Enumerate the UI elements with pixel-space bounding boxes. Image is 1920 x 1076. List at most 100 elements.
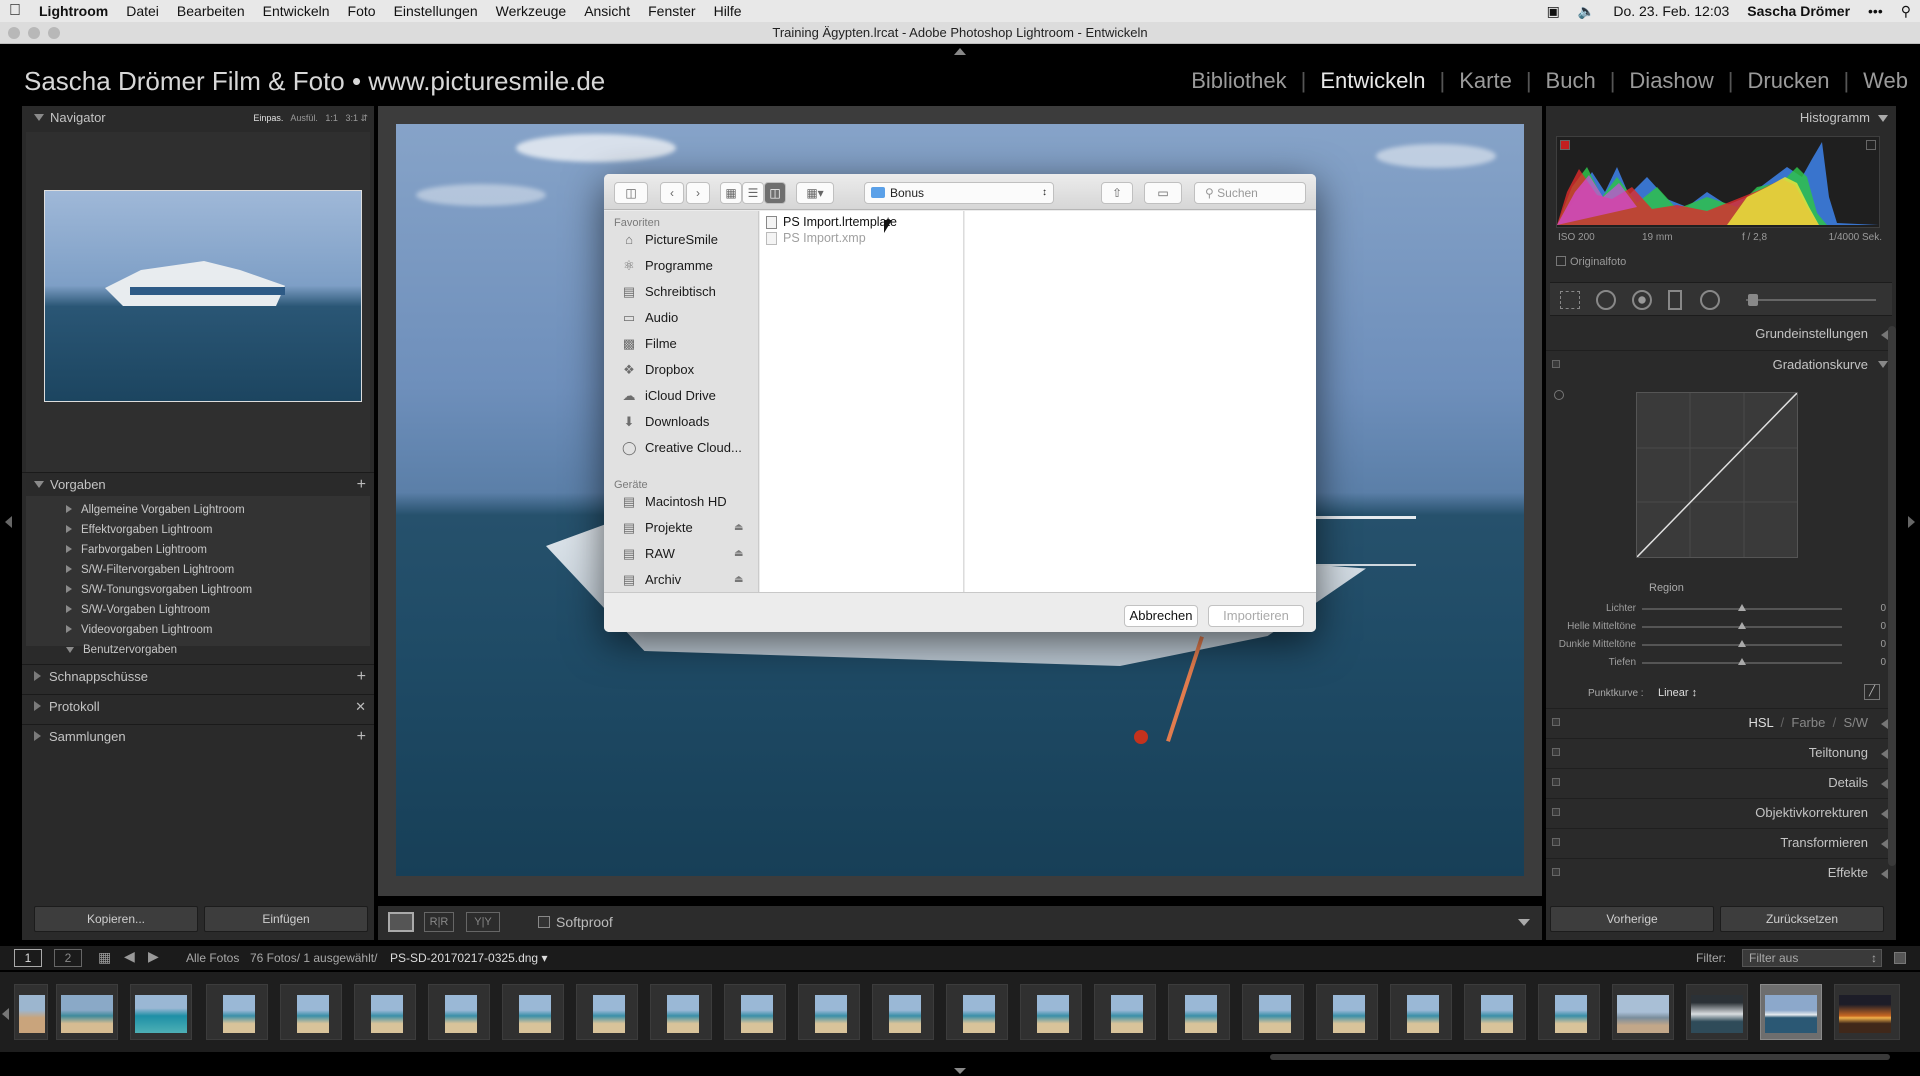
slider-dunkle-mitteltoene[interactable]: Dunkle Mitteltöne 0 <box>1546 636 1896 654</box>
zoom-window-icon[interactable] <box>48 27 60 39</box>
secondary-window-button[interactable]: 2 <box>54 949 82 967</box>
zoom-fit-option[interactable]: Einpas. <box>253 113 283 123</box>
back-arrow-icon[interactable]: ◀ <box>124 948 135 965</box>
transform-section-header[interactable]: Transformieren <box>1546 828 1896 856</box>
shadow-clipping-icon[interactable] <box>1560 140 1570 150</box>
filmstrip-thumbnail[interactable] <box>1390 984 1452 1040</box>
filmstrip-thumbnail[interactable] <box>1242 984 1304 1040</box>
filmstrip-thumbnail[interactable] <box>1834 984 1900 1040</box>
filmstrip-thumbnail[interactable] <box>1316 984 1378 1040</box>
zoom-3to1-option[interactable]: 3:1 <box>345 113 358 123</box>
targeted-adjustment-icon[interactable] <box>1554 390 1564 400</box>
sidebar-item-audio[interactable]: ▭ Audio <box>622 307 678 329</box>
search-field[interactable]: ⚲ Suchen <box>1194 182 1306 204</box>
basic-section-header[interactable]: Grundeinstellungen <box>1546 320 1896 348</box>
preset-folder-user[interactable]: Benutzervorgaben <box>66 640 177 660</box>
sidebar-item-dropbox[interactable]: ❖ Dropbox <box>622 359 694 381</box>
spotlight-search-icon[interactable]: ⚲ <box>1892 0 1920 22</box>
filmstrip-thumbnail[interactable] <box>798 984 860 1040</box>
column-view-icon[interactable]: ◫ <box>764 182 786 204</box>
eject-icon[interactable]: ⏏ <box>734 574 743 585</box>
sidebar-item-programme[interactable]: ⚛ Programme <box>622 255 713 277</box>
menu-fenster[interactable]: Fenster <box>639 0 704 22</box>
filmstrip-thumbnail[interactable] <box>280 984 342 1040</box>
crop-tool-icon[interactable] <box>1560 291 1580 309</box>
filmstrip-thumbnail-selected[interactable] <box>1760 984 1822 1040</box>
menu-bearbeiten[interactable]: Bearbeiten <box>168 0 254 22</box>
filmstrip-thumbnail[interactable] <box>206 984 268 1040</box>
right-panel-toggle-icon[interactable] <box>1908 516 1915 528</box>
module-entwickeln[interactable]: Entwickeln <box>1306 68 1439 94</box>
sidebar-item-projekte[interactable]: ▤ Projekte <box>622 517 693 539</box>
close-window-icon[interactable] <box>8 27 20 39</box>
detail-section-header[interactable]: Details <box>1546 768 1896 796</box>
filmstrip-thumbnail[interactable] <box>1464 984 1526 1040</box>
tone-curve-section-header[interactable]: Gradationskurve <box>1546 350 1896 378</box>
eject-icon[interactable]: ⏏ <box>734 548 743 559</box>
icon-view-icon[interactable]: ▦ <box>720 182 742 204</box>
module-drucken[interactable]: Drucken <box>1734 68 1844 94</box>
effects-section-header[interactable]: Effekte <box>1546 858 1896 886</box>
preset-folder-video[interactable]: Videovorgaben Lightroom <box>66 620 213 640</box>
grid-view-icon[interactable]: ▦ <box>98 949 111 966</box>
add-preset-icon[interactable]: + <box>357 473 366 497</box>
preset-folder-bw[interactable]: S/W-Vorgaben Lightroom <box>66 600 210 620</box>
top-panel-toggle-icon[interactable] <box>954 48 966 55</box>
menu-werkzeuge[interactable]: Werkzeuge <box>487 0 576 22</box>
adjustment-brush-icon[interactable] <box>1748 294 1758 306</box>
module-buch[interactable]: Buch <box>1532 68 1610 94</box>
red-eye-icon[interactable] <box>1632 290 1652 310</box>
filmstrip-thumbnail[interactable] <box>946 984 1008 1040</box>
eject-icon[interactable]: ⏏ <box>734 522 743 533</box>
filmstrip-filename[interactable]: PS-SD-20170217-0325.dng ▾ <box>390 951 547 965</box>
sidebar-item-icloud[interactable]: ☁ iCloud Drive <box>622 385 716 407</box>
sidebar-item-schreibtisch[interactable]: ▤ Schreibtisch <box>622 281 716 303</box>
apple-menu-icon[interactable]:  <box>0 0 30 22</box>
filmstrip-thumbnail[interactable] <box>650 984 712 1040</box>
preset-folder-bw-toning[interactable]: S/W-Tonungsvorgaben Lightroom <box>66 580 252 600</box>
filmstrip-thumbnail[interactable] <box>56 984 118 1040</box>
sidebar-item-downloads[interactable]: ⬇ Downloads <box>622 411 710 433</box>
filmstrip-thumbnail[interactable] <box>1538 984 1600 1040</box>
minimize-window-icon[interactable] <box>28 27 40 39</box>
menu-ansicht[interactable]: Ansicht <box>575 0 639 22</box>
module-karte[interactable]: Karte <box>1445 68 1526 94</box>
volume-icon[interactable]: 🔈 <box>1569 0 1604 22</box>
main-window-button[interactable]: 1 <box>14 949 42 967</box>
filter-dropdown[interactable]: Filter aus ↕ <box>1742 949 1882 967</box>
toolbar-menu-icon[interactable] <box>1518 919 1530 926</box>
slider-helle-mitteltoene[interactable]: Helle Mitteltöne 0 <box>1546 618 1896 636</box>
point-curve-dropdown[interactable]: Linear ↕ <box>1658 687 1697 699</box>
filmstrip-thumbnail[interactable] <box>14 984 48 1040</box>
filmstrip-thumbnail[interactable] <box>576 984 638 1040</box>
sidebar-item-raw[interactable]: ▤ RAW <box>622 543 675 565</box>
sidebar-item-archiv[interactable]: ▤ Archiv <box>622 569 681 591</box>
module-diashow[interactable]: Diashow <box>1615 68 1727 94</box>
radial-filter-icon[interactable] <box>1700 290 1720 310</box>
filter-lock-icon[interactable] <box>1894 952 1906 964</box>
edit-point-curve-icon[interactable]: ╱ <box>1864 684 1880 700</box>
menu-entwickeln[interactable]: Entwickeln <box>254 0 339 22</box>
history-header[interactable]: Protokoll ✕ <box>22 694 374 718</box>
filmstrip-thumbnail[interactable] <box>724 984 786 1040</box>
paste-settings-button[interactable]: Einfügen <box>204 906 368 932</box>
highlight-clipping-icon[interactable] <box>1866 140 1876 150</box>
filmstrip-thumbnail[interactable] <box>1168 984 1230 1040</box>
reset-button[interactable]: Zurücksetzen <box>1720 906 1884 932</box>
sidebar-item-creative-cloud[interactable]: ◯ Creative Cloud... <box>622 437 742 459</box>
menu-foto[interactable]: Foto <box>339 0 385 22</box>
original-photo-toggle[interactable]: Originalfoto <box>1556 256 1626 268</box>
navigator-header[interactable]: Navigator Einpas. Ausfül. 1:1 3:1 ⇵ <box>22 106 374 130</box>
location-popup[interactable]: Bonus ↕ <box>864 182 1054 204</box>
sidebar-item-macintosh-hd[interactable]: ▤ Macintosh HD <box>622 491 727 513</box>
import-button[interactable]: Importieren <box>1208 605 1304 627</box>
menubar-user[interactable]: Sascha Drömer <box>1738 0 1859 22</box>
filmstrip-thumbnail[interactable] <box>130 984 192 1040</box>
zoom-fill-option[interactable]: Ausfül. <box>290 113 318 123</box>
filmstrip-thumbnail[interactable] <box>1612 984 1674 1040</box>
filmstrip-thumbnail[interactable] <box>872 984 934 1040</box>
slider-tiefen[interactable]: Tiefen 0 <box>1546 654 1896 672</box>
histogram-header[interactable]: Histogramm <box>1546 106 1896 130</box>
previous-button[interactable]: Vorherige <box>1550 906 1714 932</box>
histogram[interactable] <box>1556 136 1880 228</box>
